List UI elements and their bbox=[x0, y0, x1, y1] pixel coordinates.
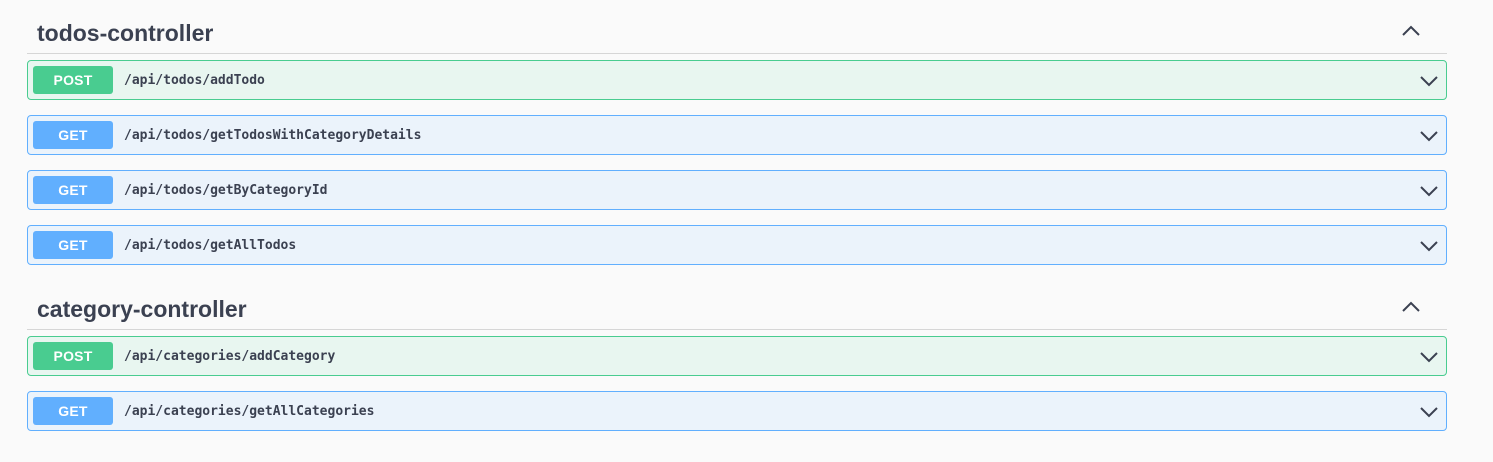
swagger-ui: todos-controller POST /api/todos/addTodo… bbox=[0, 0, 1493, 462]
operation-get-getAllTodos[interactable]: GET /api/todos/getAllTodos bbox=[27, 225, 1447, 265]
expand-button[interactable] bbox=[1418, 125, 1440, 147]
operation-get-getTodosWithCategoryDetails[interactable]: GET /api/todos/getTodosWithCategoryDetai… bbox=[27, 115, 1447, 155]
expand-button[interactable] bbox=[1418, 70, 1440, 92]
chevron-up-icon bbox=[1402, 25, 1420, 36]
section-header[interactable]: todos-controller bbox=[27, 5, 1447, 54]
operation-path: /api/categories/getAllCategories bbox=[124, 404, 375, 419]
operation-path: /api/categories/addCategory bbox=[124, 349, 336, 364]
section-todos-controller: todos-controller POST /api/todos/addTodo… bbox=[27, 5, 1447, 265]
section-category-controller: category-controller POST /api/categories… bbox=[27, 281, 1447, 431]
chevron-down-icon bbox=[1420, 406, 1438, 417]
operation-post-addCategory[interactable]: POST /api/categories/addCategory bbox=[27, 336, 1447, 376]
expand-button[interactable] bbox=[1418, 180, 1440, 202]
expand-button[interactable] bbox=[1418, 235, 1440, 257]
method-badge: GET bbox=[33, 121, 113, 149]
chevron-down-icon bbox=[1420, 185, 1438, 196]
expand-button[interactable] bbox=[1418, 401, 1440, 423]
method-badge: GET bbox=[33, 231, 113, 259]
chevron-up-icon bbox=[1402, 301, 1420, 312]
method-badge: POST bbox=[33, 66, 113, 94]
section-title: category-controller bbox=[37, 296, 247, 322]
chevron-down-icon bbox=[1420, 351, 1438, 362]
method-badge: POST bbox=[33, 342, 113, 370]
operation-path: /api/todos/getTodosWithCategoryDetails bbox=[124, 128, 422, 143]
section-title: todos-controller bbox=[37, 20, 214, 46]
collapse-button[interactable] bbox=[1399, 295, 1423, 319]
operation-path: /api/todos/addTodo bbox=[124, 73, 265, 88]
chevron-down-icon bbox=[1420, 240, 1438, 251]
operation-path: /api/todos/getByCategoryId bbox=[124, 183, 328, 198]
method-badge: GET bbox=[33, 397, 113, 425]
method-badge: GET bbox=[33, 176, 113, 204]
operation-path: /api/todos/getAllTodos bbox=[124, 238, 297, 253]
section-header[interactable]: category-controller bbox=[27, 281, 1447, 330]
operation-get-getByCategoryId[interactable]: GET /api/todos/getByCategoryId bbox=[27, 170, 1447, 210]
expand-button[interactable] bbox=[1418, 346, 1440, 368]
operation-get-getAllCategories[interactable]: GET /api/categories/getAllCategories bbox=[27, 391, 1447, 431]
collapse-button[interactable] bbox=[1399, 19, 1423, 43]
chevron-down-icon bbox=[1420, 75, 1438, 86]
operation-post-addTodo[interactable]: POST /api/todos/addTodo bbox=[27, 60, 1447, 100]
chevron-down-icon bbox=[1420, 130, 1438, 141]
